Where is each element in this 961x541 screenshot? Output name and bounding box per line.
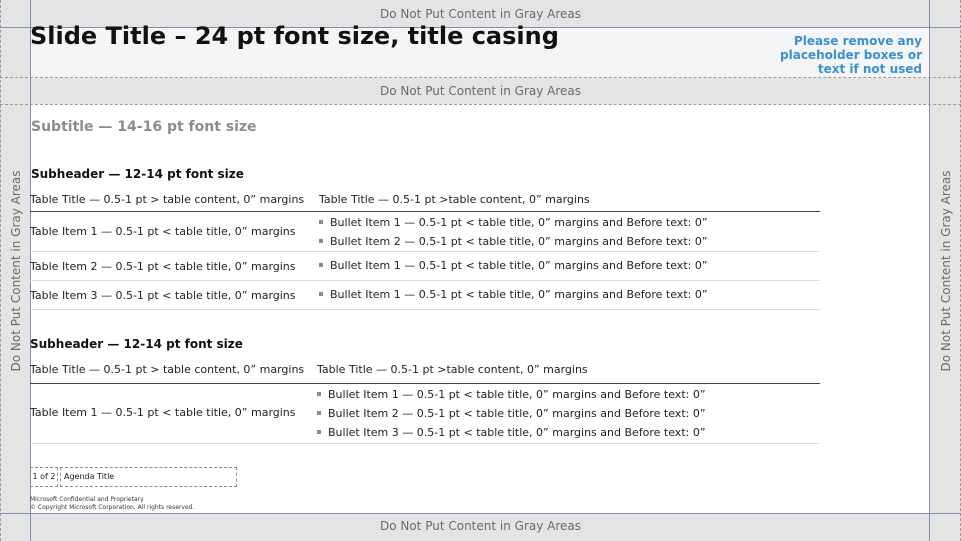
table-2-header-left: Table Title — 0.5-1 pt > table content, … bbox=[30, 363, 305, 376]
gray-area-label-middle: Do Not Put Content in Gray Areas bbox=[379, 84, 582, 98]
gray-area-middle: Do Not Put Content in Gray Areas bbox=[0, 78, 961, 104]
slide-title[interactable]: Slide Title – 24 pt font size, title cas… bbox=[30, 22, 559, 50]
gray-area-label-left: Do Not Put Content in Gray Areas bbox=[8, 169, 23, 372]
table-item: Table Item 2 — 0.5-1 pt < table title, 0… bbox=[30, 260, 296, 273]
bullet-list: Bullet Item 1 — 0.5-1 pt < table title, … bbox=[319, 213, 708, 251]
gray-area-bottom: Do Not Put Content in Gray Areas bbox=[0, 513, 961, 541]
list-item: Bullet Item 2 — 0.5-1 pt < table title, … bbox=[317, 404, 706, 423]
list-item: Bullet Item 1 — 0.5-1 pt < table title, … bbox=[319, 213, 708, 232]
page-number[interactable]: 1 of 2 bbox=[30, 467, 58, 487]
gray-area-label-top: Do Not Put Content in Gray Areas bbox=[379, 7, 582, 21]
bullet-icon bbox=[319, 239, 323, 243]
bullet-list: Bullet Item 1 — 0.5-1 pt < table title, … bbox=[319, 256, 708, 275]
table-1-header-left: Table Title — 0.5-1 pt > table content, … bbox=[30, 193, 305, 206]
list-item: Bullet Item 2 — 0.5-1 pt < table title, … bbox=[319, 232, 708, 251]
bullet-list: Bullet Item 1 — 0.5-1 pt < table title, … bbox=[319, 285, 708, 304]
subtitle[interactable]: Subtitle — 14-16 pt font size bbox=[31, 119, 257, 135]
legal-line-1: Microsoft Confidential and Proprietary bbox=[30, 496, 144, 503]
table-1[interactable]: Table Title — 0.5-1 pt > table content, … bbox=[30, 190, 820, 310]
table-row: Table Item 2 — 0.5-1 pt < table title, 0… bbox=[30, 252, 820, 281]
table-2[interactable]: Table Title — 0.5-1 pt > table content, … bbox=[30, 360, 820, 444]
bullet-icon bbox=[319, 220, 323, 224]
subheader-2[interactable]: Subheader — 12-14 pt font size bbox=[30, 337, 243, 351]
guide-content-top bbox=[0, 104, 961, 105]
gray-area-left: Do Not Put Content in Gray Areas bbox=[0, 0, 31, 541]
table-2-header-right: Table Title — 0.5-1 pt >table content, 0… bbox=[317, 363, 588, 376]
table-1-header-right: Table Title — 0.5-1 pt >table content, 0… bbox=[319, 193, 590, 206]
table-item: Table Item 1 — 0.5-1 pt < table title, 0… bbox=[30, 225, 296, 238]
placeholder-note[interactable]: Please remove any placeholder boxes or t… bbox=[772, 34, 922, 76]
table-item: Table Item 1 — 0.5-1 pt < table title, 0… bbox=[30, 406, 296, 419]
list-item: Bullet Item 1 — 0.5-1 pt < table title, … bbox=[319, 285, 708, 304]
table-2-header: Table Title — 0.5-1 pt > table content, … bbox=[30, 360, 820, 384]
bullet-icon bbox=[317, 430, 321, 434]
gray-area-label-right: Do Not Put Content in Gray Areas bbox=[938, 169, 953, 372]
gray-area-right: Do Not Put Content in Gray Areas bbox=[930, 0, 961, 541]
table-item: Table Item 3 — 0.5-1 pt < table title, 0… bbox=[30, 289, 296, 302]
list-item: Bullet Item 1 — 0.5-1 pt < table title, … bbox=[319, 256, 708, 275]
list-item: Bullet Item 1 — 0.5-1 pt < table title, … bbox=[317, 385, 706, 404]
bullet-icon bbox=[319, 263, 323, 267]
list-item: Bullet Item 3 — 0.5-1 pt < table title, … bbox=[317, 423, 706, 442]
table-row: Table Item 1 — 0.5-1 pt < table title, 0… bbox=[30, 384, 820, 444]
bullet-icon bbox=[317, 411, 321, 415]
legal-line-2: © Copyright Microsoft Corporation. All r… bbox=[30, 504, 195, 511]
legal-notice: Microsoft Confidential and Proprietary ©… bbox=[30, 496, 194, 512]
table-1-header: Table Title — 0.5-1 pt > table content, … bbox=[30, 190, 820, 212]
bullet-icon bbox=[319, 292, 323, 296]
agenda-title[interactable]: Agenda Title bbox=[60, 467, 237, 487]
table-row: Table Item 3 — 0.5-1 pt < table title, 0… bbox=[30, 281, 820, 310]
table-row: Table Item 1 — 0.5-1 pt < table title, 0… bbox=[30, 212, 820, 252]
subheader-1[interactable]: Subheader — 12-14 pt font size bbox=[31, 167, 244, 181]
bullet-icon bbox=[317, 392, 321, 396]
gray-area-label-bottom: Do Not Put Content in Gray Areas bbox=[379, 519, 582, 533]
bullet-list: Bullet Item 1 — 0.5-1 pt < table title, … bbox=[317, 385, 706, 442]
